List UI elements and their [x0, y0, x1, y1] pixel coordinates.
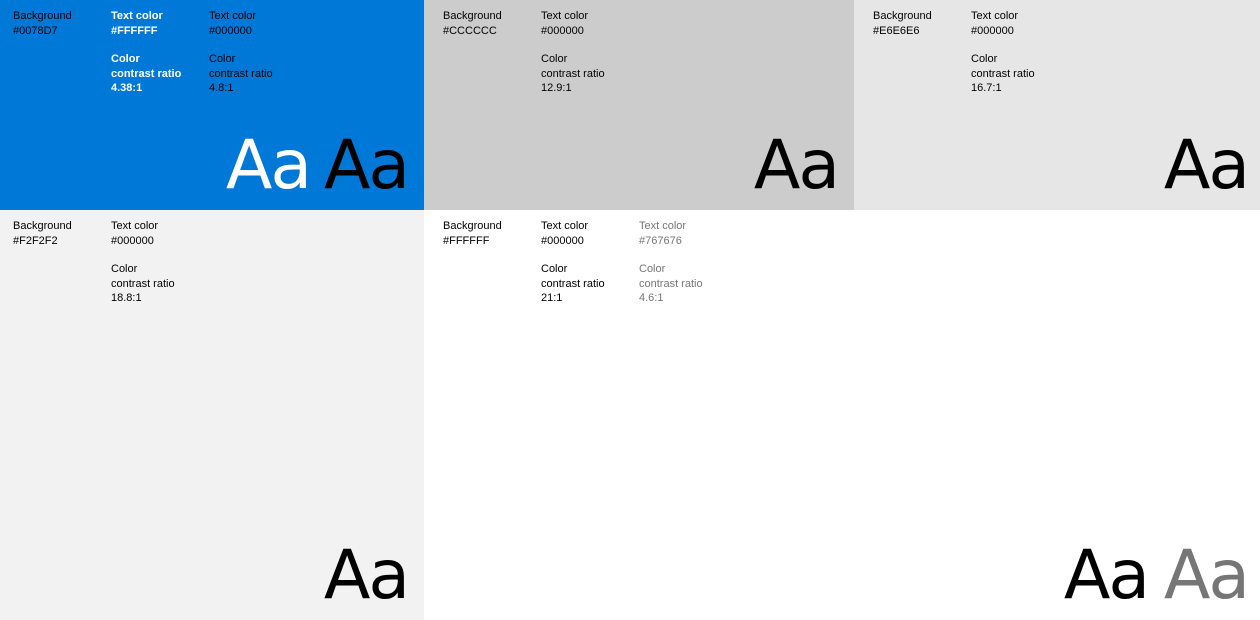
background-label: Background: [13, 220, 72, 232]
contrast-label-2: contrast ratio: [111, 277, 175, 290]
text-color-hex: #000000: [111, 234, 154, 247]
text-color-hex: #000000: [209, 24, 252, 37]
background-label: Background: [13, 10, 72, 22]
contrast-ratio: 12.9:1: [541, 82, 572, 94]
text-color-info: Text color #000000 Color contrast ratio …: [971, 9, 1035, 96]
contrast-label-1: Color: [209, 53, 236, 65]
contrast-ratio: 18.8:1: [111, 292, 142, 304]
background-info: Background #E6E6E6: [873, 9, 932, 38]
sample-text-black: Aa: [1163, 126, 1250, 205]
contrast-ratio: 4.6:1: [639, 292, 664, 304]
text-color-hex: #000000: [541, 24, 584, 37]
sample-text-white: Aa: [225, 126, 312, 205]
contrast-label-2: contrast ratio: [209, 67, 273, 80]
text-color-label: Text color: [971, 10, 1019, 22]
sample-text-gray: Aa: [1163, 536, 1250, 615]
text-color-label: Text color: [209, 10, 257, 22]
background-label: Background: [873, 10, 932, 22]
background-info: Background #0078D7: [13, 9, 72, 38]
text-color-info: Text color #FFFFFF Color contrast ratio …: [111, 9, 181, 96]
background-info: Background #FFFFFF: [443, 219, 502, 248]
swatch-ffffff: Background #FFFFFF Text color #000000 Co…: [424, 210, 1260, 620]
contrast-label-1: Color: [541, 263, 568, 275]
contrast-label-2: contrast ratio: [541, 277, 605, 290]
text-color-label: Text color: [111, 220, 159, 232]
text-color-hex: #000000: [971, 24, 1014, 37]
background-label: Background: [443, 10, 502, 22]
text-color-label: Text color: [111, 10, 163, 22]
text-color-info: Text color #000000 Color contrast ratio …: [541, 219, 605, 306]
swatch-cccccc: Background #CCCCCC Text color #000000 Co…: [424, 0, 854, 210]
contrast-label-2: contrast ratio: [111, 67, 182, 80]
contrast-ratio: 21:1: [541, 292, 563, 304]
background-hex: #F2F2F2: [13, 234, 58, 247]
text-color-info: Text color #000000 Color contrast ratio …: [209, 9, 273, 96]
contrast-label-1: Color: [111, 53, 140, 65]
text-color-hex: #000000: [541, 234, 584, 247]
text-color-label: Text color: [639, 220, 687, 232]
text-color-info: Text color #767676 Color contrast ratio …: [639, 219, 703, 306]
sample-text-black: Aa: [323, 536, 410, 615]
background-info: Background #F2F2F2: [13, 219, 72, 248]
text-color-info: Text color #000000 Color contrast ratio …: [541, 9, 605, 96]
text-color-hex: #767676: [639, 234, 682, 247]
text-color-label: Text color: [541, 10, 589, 22]
swatch-0078d7: Background #0078D7 Text color #FFFFFF Co…: [0, 0, 424, 210]
contrast-label-1: Color: [971, 53, 998, 65]
contrast-ratio: 4.8:1: [209, 82, 234, 94]
contrast-label-2: contrast ratio: [541, 67, 605, 80]
contrast-label-1: Color: [639, 263, 666, 275]
contrast-label-2: contrast ratio: [971, 67, 1035, 80]
background-hex: #0078D7: [13, 24, 58, 37]
background-label: Background: [443, 220, 502, 232]
text-color-hex: #FFFFFF: [111, 24, 158, 37]
swatch-e6e6e6: Background #E6E6E6 Text color #000000 Co…: [854, 0, 1260, 210]
background-hex: #FFFFFF: [443, 234, 490, 247]
contrast-label-2: contrast ratio: [639, 277, 703, 290]
sample-text-black: Aa: [1063, 536, 1150, 615]
contrast-ratio: 4.38:1: [111, 82, 143, 94]
contrast-ratio: 16.7:1: [971, 82, 1002, 94]
sample-text-black: Aa: [753, 126, 840, 205]
text-color-info: Text color #000000 Color contrast ratio …: [111, 219, 175, 306]
background-info: Background #CCCCCC: [443, 9, 502, 38]
background-hex: #E6E6E6: [873, 24, 920, 37]
swatch-f2f2f2: Background #F2F2F2 Text color #000000 Co…: [0, 210, 424, 620]
contrast-label-1: Color: [111, 263, 138, 275]
background-hex: #CCCCCC: [443, 24, 497, 37]
sample-text-black: Aa: [323, 126, 410, 205]
contrast-label-1: Color: [541, 53, 568, 65]
text-color-label: Text color: [541, 220, 589, 232]
